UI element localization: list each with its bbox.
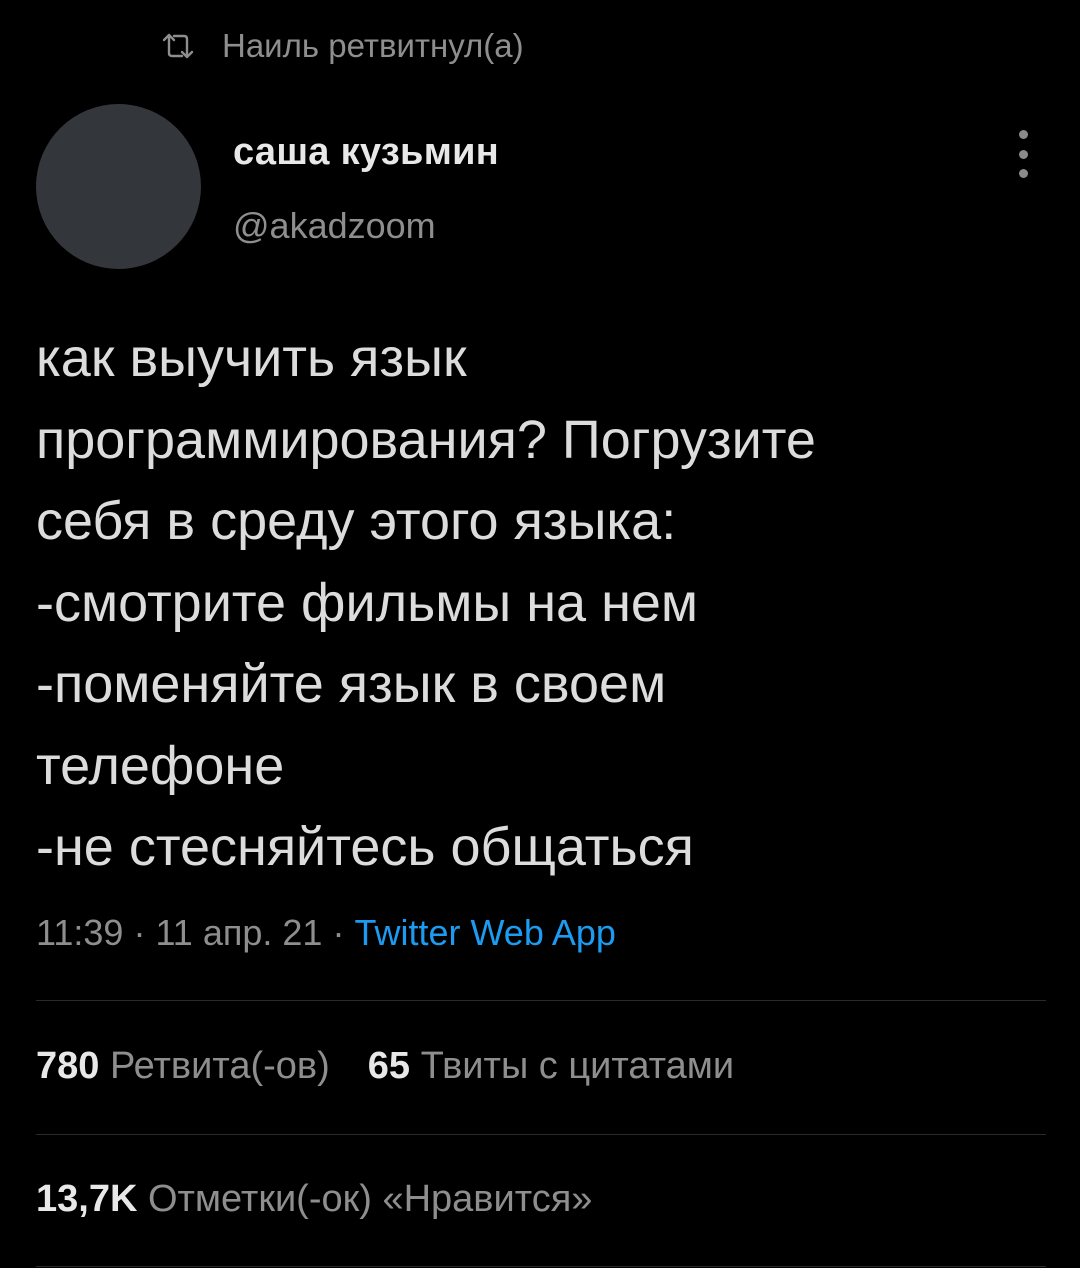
divider [36,1134,1046,1135]
tweet-text: как выучить язык программирования? Погру… [36,318,1046,889]
retweet-banner-text: Наиль ретвитнул(а) [222,27,524,64]
divider [36,1000,1046,1001]
stats-row-retweets-quotes: 780 Ретвита(-ов) 65 Твиты с цитатами [36,1045,734,1088]
retweet-banner[interactable]: Наиль ретвитнул(а) [160,22,524,70]
likes-label: Отметки(-ок) «Нравится» [147,1178,593,1220]
author-handle[interactable]: @akadzoom [233,205,436,247]
avatar[interactable] [36,104,201,269]
tweet-meta: 11:39 · 11 апр. 21 · Twitter Web App [36,912,616,954]
divider [36,1266,1046,1267]
quotes-stat[interactable]: 65 Твиты с цитатами [368,1045,734,1087]
tweet-text-line: -не стесняйтесь общаться [36,817,694,877]
meta-separator: · [133,912,146,953]
retweets-label: Ретвита(-ов) [109,1045,330,1087]
tweet-date[interactable]: 11 апр. 21 [155,912,322,953]
stats-row-likes[interactable]: 13,7K Отметки(-ок) «Нравится» [36,1178,592,1221]
likes-count: 13,7K [36,1178,138,1220]
tweet-text-line: как выучить язык [36,328,467,388]
tweet-time[interactable]: 11:39 [36,912,123,953]
tweet-text-line: телефоне [36,735,285,796]
quotes-label: Твиты с цитатами [420,1045,735,1087]
meta-separator: · [332,912,345,953]
tweet-source-link[interactable]: Twitter Web App [354,912,615,953]
quotes-count: 65 [367,1045,411,1087]
tweet-text-line: -поменяйте язык в своем [36,654,667,714]
retweets-count: 780 [36,1045,100,1087]
retweets-stat[interactable]: 780 Ретвита(-ов) [36,1045,330,1087]
author-display-name[interactable]: саша кузьмин [233,131,499,174]
tweet-text-line: программирования? Погрузите [36,409,816,470]
more-options-icon[interactable] [1008,130,1038,178]
retweet-icon [160,31,196,61]
tweet-text-line: -смотрите фильмы на нем [36,572,699,633]
tweet-text-line: себя в среду этого языка: [36,491,677,551]
